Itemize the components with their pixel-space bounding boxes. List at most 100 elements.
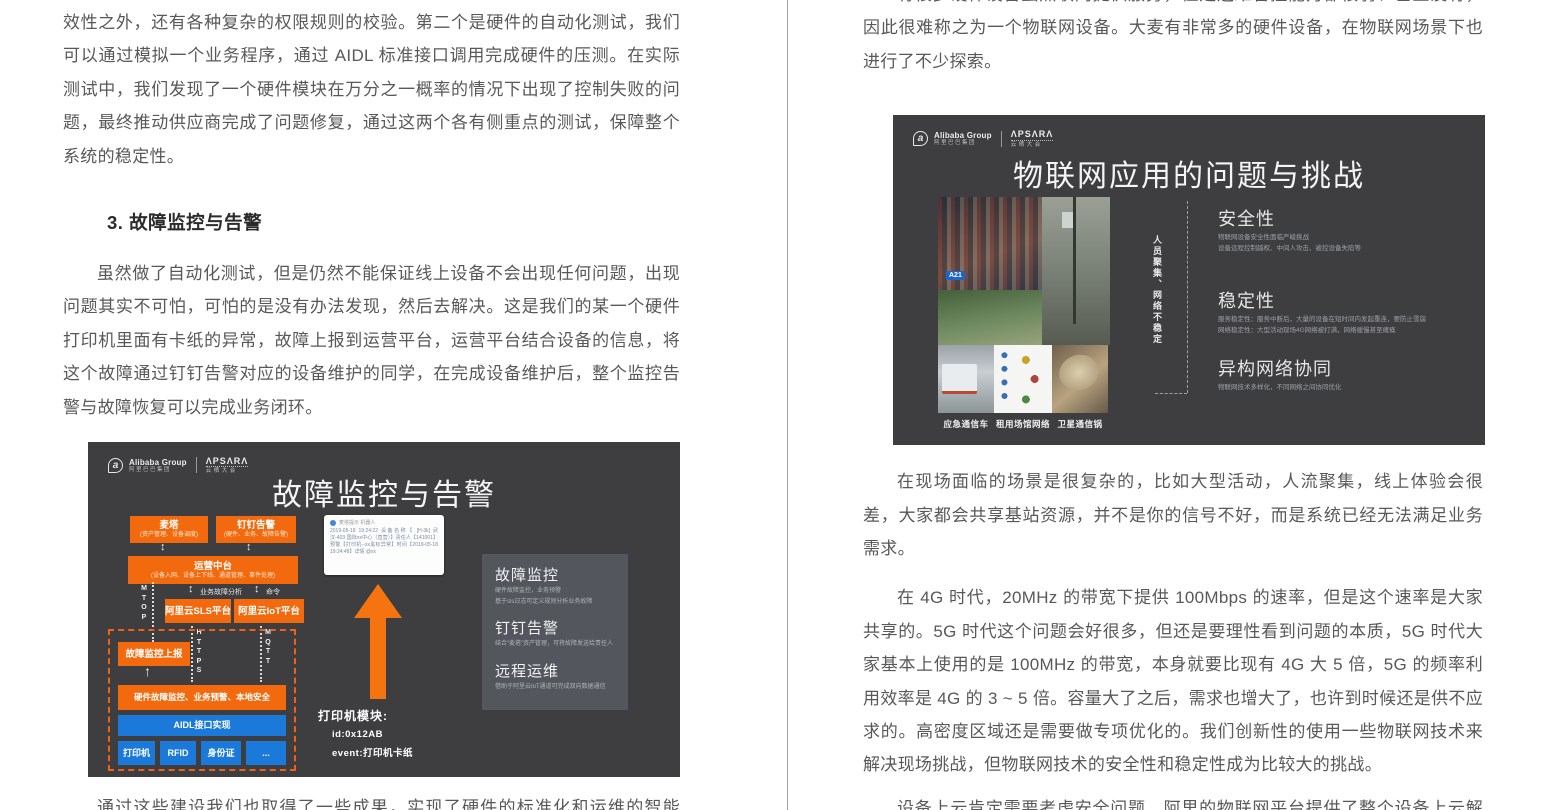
caption-satellite-dish: 卫星通信锅 bbox=[1057, 419, 1103, 430]
flow-box-dingtalk-alert: 钉钉告警 (硬件、业务、故障告警) bbox=[216, 516, 296, 544]
aidl-label: AIDL接口实现 bbox=[173, 720, 231, 731]
dish-face bbox=[1054, 349, 1104, 396]
dashed-separator bbox=[1187, 201, 1188, 394]
flow-box-printer: 打印机 bbox=[118, 741, 155, 766]
flow-box-ops-platform: 运营中台 (设备入网、设备上下线、通道管理、事件处理) bbox=[128, 556, 298, 585]
big-up-arrow-stem bbox=[370, 617, 386, 700]
slide-fault-monitoring: a Alibaba Group 阿里巴巴集团 ΛPSΛRΛ 云栖大会 故障监控与… bbox=[88, 442, 680, 778]
slide2-title: 物联网应用的问题与挑战 bbox=[1013, 160, 1365, 194]
rfid-label: RFID bbox=[167, 747, 189, 758]
printer-module-note: 打印机模块: id:0x12AB event:打印机卡纸 bbox=[318, 707, 413, 759]
flow-box-more-devices: ... bbox=[246, 741, 286, 766]
dingtalk-notification-card: 麦塔提示 机器人 2019-05-18 19:24:22 设备名称【 [H-3k… bbox=[324, 515, 444, 576]
ding-sub: (硬件、业务、故障告警) bbox=[224, 532, 288, 539]
brand-apsara-cn: 云栖大会 bbox=[1010, 139, 1054, 148]
paragraph-4g-5g: 在 4G 时代，20MHz 的带宽下提供 100Mbps 的速率，但是这个速率是… bbox=[863, 588, 1483, 775]
module-title: 打印机模块: bbox=[318, 709, 388, 724]
section-line: 物联网设备安全性面临严峻挑战 bbox=[1218, 234, 1309, 242]
panel-desc: 借助于阿里云IoT通道可完成双向数据通信 bbox=[495, 683, 606, 690]
vertical-side-label: 人员聚集、网络不稳定 bbox=[1152, 235, 1162, 346]
section-line: 网络稳定性：大型活动现场4G网络被打满，网络缓慢甚至瘫痪 bbox=[1218, 327, 1396, 335]
ops-sub: (设备入网、设备上下线、通道管理、事件处理) bbox=[151, 572, 275, 579]
photo-emergency-comm-vehicle bbox=[938, 345, 994, 414]
paragraph-results: 通过这些建设我们也取得了一些成果，实现了硬件的标准化和运维的智能化，同时我们也愿… bbox=[97, 798, 680, 810]
utility-pole bbox=[1073, 197, 1077, 325]
page-right: 有很多硬件设备虽然联网提供服务，但是运维管控能力都很弱、甚至没有，因此很难称之为… bbox=[788, 0, 1559, 810]
maita-sub: (资产管理、设备调度) bbox=[140, 532, 198, 539]
section-line: 设备远程控制越权、中间人攻击、被控设备失陷等 bbox=[1218, 245, 1361, 253]
maita-title: 麦塔 bbox=[159, 520, 179, 532]
document-viewer: 效性之外，还有各种复杂的权限规则的校验。第二个是硬件的自动化测试，我们可以通过模… bbox=[0, 0, 1559, 810]
alibaba-mark-icon: a bbox=[913, 131, 928, 147]
photo-satellite-dish bbox=[1052, 345, 1108, 414]
updown-arrow-icon: ↕ bbox=[160, 541, 166, 554]
panel-desc: 硬件故障监控，业务预警 bbox=[495, 588, 562, 595]
photo-tree-lined-street bbox=[938, 290, 1042, 346]
section-stability: 稳定性 服务稳定性：服务中断后，大量的设备在短时间内发起重连，要防止雪崩 网络稳… bbox=[1218, 287, 1426, 335]
slide-iot-challenges: a Alibaba Group 阿里巴巴集团 ΛPSΛRΛ 云栖大会 物联网应用… bbox=[893, 115, 1485, 446]
brand-divider bbox=[1000, 130, 1002, 147]
updown-arrow-icon: ↕ bbox=[254, 583, 260, 596]
module-id: id:0x12AB bbox=[332, 729, 383, 741]
section-title: 安全性 bbox=[1218, 209, 1275, 230]
panel-remote-ops: 远程运维 借助于阿里云IoT通道可完成双向数据通信 bbox=[495, 660, 615, 692]
paragraph-intro: 有很多硬件设备虽然联网提供服务，但是运维管控能力都很弱、甚至没有，因此很难称之为… bbox=[863, 0, 1483, 71]
section-heading-fault-monitoring: 3. 故障监控与告警 bbox=[107, 212, 263, 234]
photo-collage: A21 应急通信车 租用场馆网络 卫星通信锅 bbox=[938, 197, 1110, 430]
flow-box-aliyun-iot: 阿里云IoT平台 bbox=[234, 599, 304, 624]
printer-label: 打印机 bbox=[122, 747, 150, 758]
panel-desc: 结合“麦塔”资产管理，可将故障发送给责任人 bbox=[495, 641, 613, 648]
gate-sign-badge: A21 bbox=[946, 271, 965, 281]
brand-group-cn: 阿里巴巴集团 bbox=[934, 139, 977, 146]
panel-title: 钉钉告警 bbox=[495, 620, 560, 638]
paragraph-monitoring: 虽然做了自动化测试，但是仍然不能保证线上设备不会出现任何问题，出现问题其实不可怕… bbox=[63, 264, 680, 417]
notice-header: 麦塔提示 机器人 bbox=[339, 520, 376, 527]
ding-title: 钉钉告警 bbox=[236, 520, 275, 532]
module-event: event:打印机卡纸 bbox=[332, 748, 413, 760]
flow-box-aliyun-sls: 阿里云SLS平台 bbox=[165, 599, 231, 624]
paragraph-device-security: 设备上云肯定需要考虑安全问题，阿里的物联网平台提供了整个设备上云解决方案，设备安… bbox=[897, 798, 1483, 810]
panel-desc: 基于sls日志可定义规则分析业务故障 bbox=[495, 598, 593, 605]
flow-box-maita: 麦塔 (资产管理、设备调度) bbox=[130, 516, 208, 544]
mtop-label: MTOP bbox=[141, 585, 147, 621]
flow-box-hw-monitor: 硬件故障监控、业务预警、本地安全 bbox=[118, 685, 286, 711]
section-line: 物联网技术多样化，不同网络之间协同优化 bbox=[1218, 384, 1342, 392]
updown-arrow-icon: ↕ bbox=[188, 583, 194, 596]
label-command: 命令 bbox=[266, 589, 280, 597]
truck-body bbox=[942, 364, 978, 395]
brand-group: Alibaba Group bbox=[129, 457, 187, 467]
fault-report-label: 故障监控上报 bbox=[125, 648, 183, 660]
up-arrow-icon: ↑ bbox=[144, 663, 151, 680]
photo-crowd-gathering: A21 bbox=[938, 197, 1042, 291]
paragraph-continuation: 效性之外，还有各种复杂的权限规则的校验。第二个是硬件的自动化测试，我们可以通过模… bbox=[63, 13, 680, 166]
panel-title: 故障监控 bbox=[495, 567, 560, 585]
slide1-title: 故障监控与告警 bbox=[272, 479, 496, 513]
caption-emergency-vehicle: 应急通信车 bbox=[943, 419, 989, 430]
flow-box-rfid: RFID bbox=[160, 741, 196, 766]
summary-panel: 故障监控 硬件故障监控，业务预警 基于sls日志可定义规则分析业务故障 钉钉告警… bbox=[482, 554, 628, 711]
alibaba-apsara-logo: a Alibaba Group 阿里巴巴集团 ΛPSΛRΛ 云栖大会 bbox=[913, 129, 1054, 148]
section-line: 服务稳定性：服务中断后，大量的设备在短时间内发起重连，要防止雪崩 bbox=[1218, 316, 1426, 324]
panel-dingtalk-alert: 钉钉告警 结合“麦塔”资产管理，可将故障发送给责任人 bbox=[495, 617, 615, 649]
big-up-arrow-icon bbox=[354, 584, 402, 619]
idcard-label: 身份证 bbox=[207, 747, 235, 758]
photo-street-pole bbox=[1042, 197, 1110, 346]
updown-arrow-icon: ↕ bbox=[246, 541, 252, 554]
ops-title: 运营中台 bbox=[193, 560, 232, 572]
flow-box-aidl: AIDL接口实现 bbox=[118, 715, 286, 737]
panel-fault-monitoring: 故障监控 硬件故障监控，业务预警 基于sls日志可定义规则分析业务故障 bbox=[495, 564, 615, 606]
dashed-separator-bottom bbox=[1155, 393, 1187, 395]
brand-apsara: ΛPSΛRΛ bbox=[205, 456, 249, 467]
flow-box-fault-report: 故障监控上报 bbox=[118, 642, 190, 667]
brand-group: Alibaba Group bbox=[934, 130, 992, 140]
label-business-fault-analysis: 业务故障分析 bbox=[200, 589, 242, 597]
photo-captions: 应急通信车 租用场馆网络 卫星通信锅 bbox=[938, 418, 1110, 430]
photo-venue-network-diagram bbox=[994, 345, 1052, 414]
section-title: 稳定性 bbox=[1218, 291, 1275, 312]
page-left: 效性之外，还有各种复杂的权限规则的校验。第二个是硬件的自动化测试，我们可以通过模… bbox=[0, 0, 787, 810]
more-devices-label: ... bbox=[262, 747, 270, 758]
iot-label: 阿里云IoT平台 bbox=[238, 605, 300, 617]
flow-box-idcard: 身份证 bbox=[201, 741, 241, 766]
brand-apsara: ΛPSΛRΛ bbox=[1010, 129, 1054, 140]
section-security: 安全性 物联网设备安全性面临严峻挑战 设备远程控制越权、中间人攻击、被控设备失陷… bbox=[1218, 205, 1361, 253]
